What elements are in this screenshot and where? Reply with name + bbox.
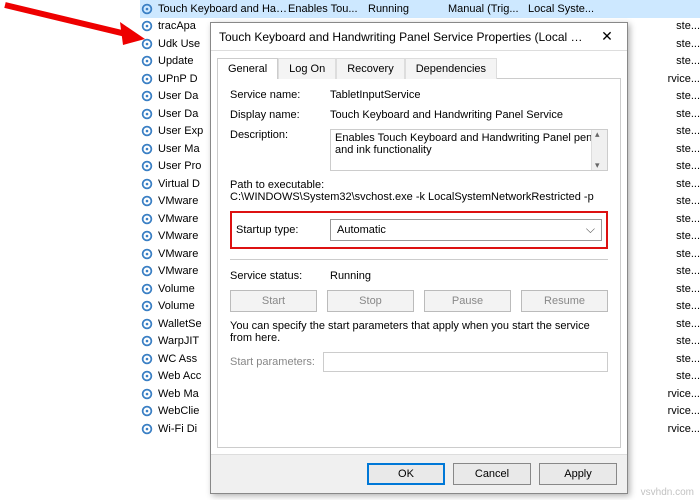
value-service-name: TabletInputService [330,89,608,101]
tabstrip: General Log On Recovery Dependencies [211,51,627,78]
value-display-name: Touch Keyboard and Handwriting Panel Ser… [330,109,608,121]
gear-icon [140,299,154,313]
service-tail: ste... [676,143,700,155]
gear-icon [140,264,154,278]
value-description: Enables Touch Keyboard and Handwriting P… [335,132,592,156]
service-tail: rvice... [668,423,700,435]
service-tail: ste... [676,230,700,242]
service-tail: ste... [676,108,700,120]
hint-text: You can specify the start parameters tha… [230,320,608,344]
value-service-status: Running [330,270,608,282]
service-desc: Enables Tou... [288,3,368,15]
annotation-arrow [0,0,150,60]
service-tail: ste... [676,195,700,207]
gear-icon [140,107,154,121]
startup-type-row: Startup type: Automatic [230,211,608,249]
gear-icon [140,282,154,296]
label-start-parameters: Start parameters: [230,356,315,368]
apply-button[interactable]: Apply [539,463,617,485]
gear-icon [140,159,154,173]
tab-body-general: Service name: TabletInputService Display… [217,78,621,448]
label-path: Path to executable: [230,179,608,191]
gear-icon [140,37,154,51]
gear-icon [140,142,154,156]
dialog-title: Touch Keyboard and Handwriting Panel Ser… [219,30,587,44]
service-tail: ste... [676,370,700,382]
gear-icon [140,19,154,33]
service-tail: ste... [676,335,700,347]
startup-type-combo[interactable]: Automatic [330,219,602,241]
tab-dependencies[interactable]: Dependencies [405,58,497,79]
start-button: Start [230,290,317,312]
service-tail: ste... [676,265,700,277]
service-tail: ste... [676,20,700,32]
service-startup: Manual (Trig... [448,3,528,15]
service-tail: ste... [676,90,700,102]
properties-dialog: Touch Keyboard and Handwriting Panel Ser… [210,22,628,494]
tab-logon[interactable]: Log On [278,58,336,79]
dialog-footer: OK Cancel Apply [211,454,627,493]
value-path: C:\WINDOWS\System32\svchost.exe -k Local… [230,191,608,203]
control-buttons: Start Stop Pause Resume [230,290,608,312]
gear-icon [140,404,154,418]
gear-icon [140,334,154,348]
service-tail: ste... [676,283,700,295]
service-tail: ste... [676,160,700,172]
service-tail: ste... [676,318,700,330]
gear-icon [140,369,154,383]
scrollbar[interactable] [591,130,607,170]
gear-icon [140,317,154,331]
gear-icon [140,124,154,138]
watermark: vsvhdn.com [641,487,694,498]
tab-general[interactable]: General [217,58,278,79]
pause-button: Pause [424,290,511,312]
service-tail: ste... [676,125,700,137]
close-icon[interactable]: ✕ [587,23,627,51]
titlebar[interactable]: Touch Keyboard and Handwriting Panel Ser… [211,23,627,51]
startup-type-value: Automatic [337,224,386,236]
service-tail: ste... [676,213,700,225]
service-tail: rvice... [668,73,700,85]
tab-recovery[interactable]: Recovery [336,58,404,79]
gear-icon [140,229,154,243]
gear-icon [140,212,154,226]
stop-button: Stop [327,290,414,312]
gear-icon [140,247,154,261]
service-tail: ste... [676,178,700,190]
label-description: Description: [230,129,330,141]
cancel-button[interactable]: Cancel [453,463,531,485]
service-tail: ste... [676,55,700,67]
service-row[interactable]: Touch Keyboard and Hand... Enables Tou..… [140,0,700,18]
label-display-name: Display name: [230,109,330,121]
service-tail: ste... [676,300,700,312]
service-tail: ste... [676,353,700,365]
gear-icon [140,54,154,68]
label-service-name: Service name: [230,89,330,101]
gear-icon [140,387,154,401]
label-service-status: Service status: [230,270,330,282]
service-tail: ste... [676,38,700,50]
service-name: Touch Keyboard and Hand... [158,3,288,15]
label-startup-type: Startup type: [236,224,330,236]
gear-icon [140,422,154,436]
gear-icon [140,89,154,103]
service-tail: ste... [676,248,700,260]
description-box[interactable]: Enables Touch Keyboard and Handwriting P… [330,129,608,171]
divider [230,259,608,260]
service-status: Running [368,3,448,15]
resume-button: Resume [521,290,608,312]
service-logon: Local Syste... [528,3,594,15]
start-parameters-input [323,352,608,372]
gear-icon [140,2,154,16]
ok-button[interactable]: OK [367,463,445,485]
gear-icon [140,352,154,366]
service-tail: rvice... [668,405,700,417]
gear-icon [140,72,154,86]
service-tail: rvice... [668,388,700,400]
gear-icon [140,194,154,208]
gear-icon [140,177,154,191]
